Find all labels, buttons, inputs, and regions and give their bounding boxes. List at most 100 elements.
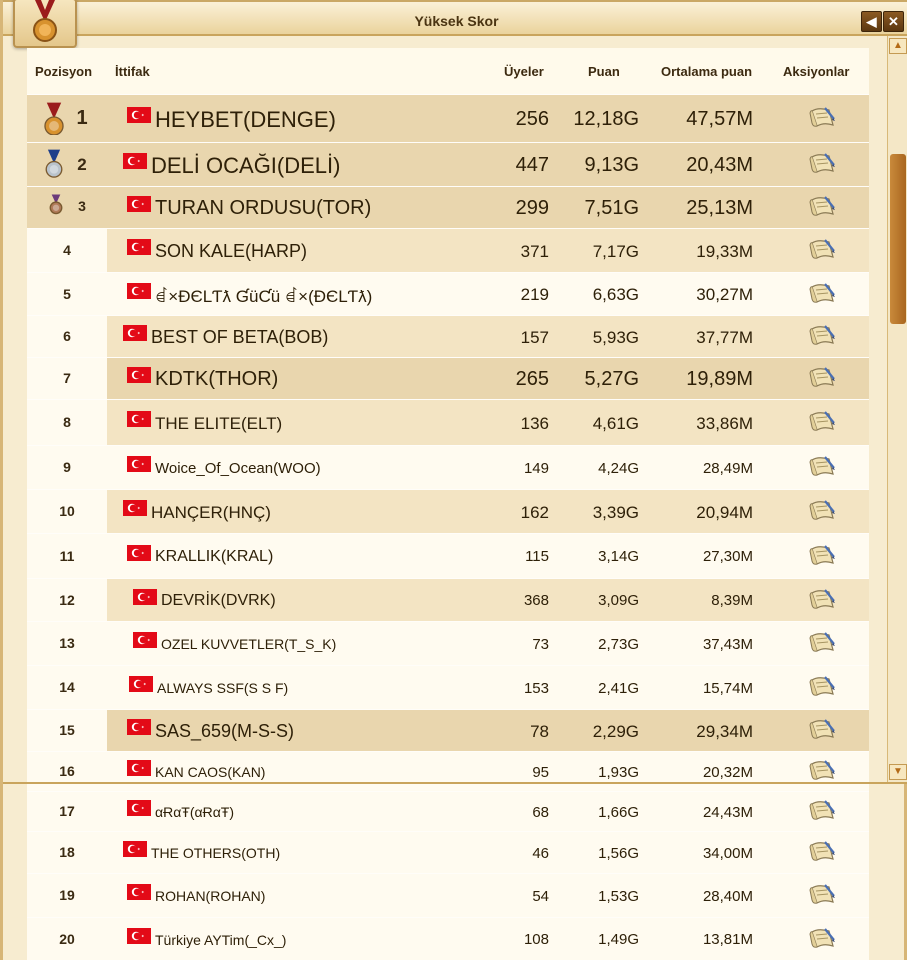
table-row[interactable]: 4 SON KALE(HARP) 371 7,17G 19,33M	[27, 228, 869, 272]
scroll-message-icon[interactable]	[807, 717, 837, 745]
turkey-flag-icon	[123, 325, 147, 341]
alliance-name-link[interactable]: THE ELITE(ELT)	[155, 414, 282, 434]
alliance-points: 7,17G	[592, 241, 639, 261]
alliance-points: 1,49G	[598, 931, 639, 949]
scroll-message-icon[interactable]	[807, 409, 837, 437]
alliance-name-link[interactable]: BEST OF BETA(BOB)	[151, 327, 328, 348]
col-alliance-header[interactable]: İttifak	[115, 64, 150, 79]
alliance-points: 5,27G	[584, 368, 639, 390]
scroll-thumb[interactable]	[890, 154, 906, 324]
table-row[interactable]: 2 DELİ OCAĞI(DELİ) 447 9,13G 20,43M	[27, 142, 869, 186]
alliance-average-points: 25,13M	[686, 197, 753, 219]
alliance-average-points: 28,40M	[702, 887, 753, 905]
table-row[interactable]: 10 HANÇER(HNÇ) 162 3,39G 20,94M	[27, 489, 869, 533]
alliance-name-link[interactable]: KAN CAOS(KAN)	[155, 764, 265, 780]
scroll-message-icon[interactable]	[807, 237, 837, 265]
table-row[interactable]: 19 ROHAN(ROHAN) 54 1,53G 28,40M	[27, 873, 869, 917]
table-row[interactable]: 9 Woice_Of_Ocean(WOO) 149 4,24G 28,49M	[27, 445, 869, 489]
alliance-name-link[interactable]: TURAN ORDUSU(TOR)	[155, 197, 371, 220]
scroll-message-icon[interactable]	[807, 926, 837, 954]
scroll-message-icon[interactable]	[807, 365, 837, 393]
alliance-name-link[interactable]: αɌαŦ(αɌαŦ)	[155, 804, 234, 820]
alliance-name-link[interactable]: ROHAN(ROHAN)	[155, 888, 265, 904]
table-row[interactable]: 5 ꀸ×ƉЄLƬƛ ƓüƇü ꀸ×(ƉЄLƬƛ) 219 6,63G 30,27M	[27, 272, 869, 315]
back-button[interactable]: ◀	[861, 11, 882, 32]
alliance-average-points: 30,27M	[696, 285, 753, 305]
table-row[interactable]: 7 KDTK(THOR) 265 5,27G 19,89M	[27, 357, 869, 399]
scroll-message-icon[interactable]	[807, 839, 837, 867]
scroll-message-icon[interactable]	[807, 798, 837, 826]
alliance-points: 2,29G	[592, 721, 639, 741]
table-header: Pozisyon İttifak Üyeler Puan Ortalama pu…	[27, 48, 869, 94]
scroll-message-icon[interactable]	[807, 543, 837, 571]
row-position: 8	[63, 414, 71, 430]
scroll-message-icon[interactable]	[807, 498, 837, 526]
alliance-name-link[interactable]: SON KALE(HARP)	[155, 241, 307, 262]
scroll-message-icon[interactable]	[807, 323, 837, 351]
table-row[interactable]: 14 ALWAYS SSF(S S F) 153 2,41G 15,74M	[27, 665, 869, 709]
scroll-message-icon[interactable]	[807, 882, 837, 910]
alliance-name-link[interactable]: DELİ OCAĞI(DELİ)	[151, 153, 340, 179]
alliance-average-points: 34,00M	[702, 844, 753, 862]
alliance-points: 3,14G	[598, 548, 639, 566]
alliance-members: 115	[525, 548, 549, 566]
turkey-flag-icon	[129, 676, 153, 692]
turkey-flag-icon	[127, 107, 151, 123]
alliance-name-link[interactable]: SAS_659(M-S-S)	[155, 721, 294, 742]
turkey-flag-icon	[127, 456, 151, 472]
turkey-flag-icon	[127, 239, 151, 255]
row-position: 3	[78, 198, 86, 214]
row-position: 14	[59, 679, 75, 695]
table-row[interactable]: 8 THE ELITE(ELT) 136 4,61G 33,86M	[27, 399, 869, 445]
table-row[interactable]: 13 OZEL KUVVETLER(T_S_K) 73 2,73G 37,43M	[27, 621, 869, 665]
alliance-name-link[interactable]: THE OTHERS(OTH)	[151, 845, 280, 861]
table-row[interactable]: 6 BEST OF BETA(BOB) 157 5,93G 37,77M	[27, 315, 869, 357]
col-members-header[interactable]: Üyeler	[504, 64, 544, 79]
table-row[interactable]: 18 THE OTHERS(OTH) 46 1,56G 34,00M	[27, 831, 869, 873]
scroll-up-button[interactable]: ▲	[889, 38, 907, 54]
scroll-message-icon[interactable]	[807, 194, 837, 222]
alliance-name-link[interactable]: Türkiye AYTim(_Cx_)	[155, 932, 286, 948]
row-position: 12	[59, 591, 75, 608]
alliance-name-link[interactable]: ALWAYS SSF(S S F)	[157, 680, 288, 696]
table-row[interactable]: 12 DEVRİK(DVRK) 368 3,09G 8,39M	[27, 578, 869, 621]
table-row[interactable]: 1 HEYBET(DENGE) 256 12,18G 47,57M	[27, 94, 869, 142]
scroll-message-icon[interactable]	[807, 674, 837, 702]
table-row[interactable]: 20 Türkiye AYTim(_Cx_) 108 1,49G 13,81M	[27, 917, 869, 960]
alliance-points: 1,56G	[598, 844, 639, 862]
alliance-name-link[interactable]: Woice_Of_Ocean(WOO)	[155, 460, 321, 477]
alliance-average-points: 27,30M	[702, 548, 753, 566]
alliance-points: 3,09G	[598, 592, 639, 610]
col-points-header[interactable]: Puan	[588, 64, 620, 79]
scroll-down-button[interactable]: ▼	[889, 764, 907, 780]
col-average-header[interactable]: Ortalama puan	[661, 64, 752, 79]
col-position-header[interactable]: Pozisyon	[35, 64, 92, 79]
table-row[interactable]: 15 SAS_659(M-S-S) 78 2,29G 29,34M	[27, 709, 869, 751]
turkey-flag-icon	[127, 800, 151, 816]
turkey-flag-icon	[123, 500, 147, 516]
alliance-name-link[interactable]: KDTK(THOR)	[155, 368, 278, 391]
close-button[interactable]: ✕	[883, 11, 904, 32]
vertical-scrollbar[interactable]: ▲ ▼	[887, 36, 907, 782]
scroll-message-icon[interactable]	[807, 587, 837, 615]
scroll-message-icon[interactable]	[807, 151, 837, 179]
scroll-message-icon[interactable]	[807, 630, 837, 658]
scroll-message-icon[interactable]	[807, 281, 837, 309]
alliance-name-link[interactable]: DEVRİK(DVRK)	[161, 592, 276, 610]
scroll-message-icon[interactable]	[807, 105, 837, 133]
alliance-name-link[interactable]: ꀸ×ƉЄLƬƛ ƓüƇü ꀸ×(ƉЄLƬƛ)	[155, 285, 372, 307]
scroll-message-icon[interactable]	[807, 454, 837, 482]
alliance-name-link[interactable]: HEYBET(DENGE)	[155, 107, 336, 133]
table-row[interactable]: 17 αɌαŦ(αɌαŦ) 68 1,66G 24,43M	[27, 791, 869, 831]
table-row[interactable]: 11 KRALLIK(KRAL) 115 3,14G 27,30M	[27, 533, 869, 578]
alliance-name-link[interactable]: OZEL KUVVETLER(T_S_K)	[161, 636, 336, 652]
row-position: 10	[59, 503, 75, 519]
table-row[interactable]: 16 KAN CAOS(KAN) 95 1,93G 20,32M	[27, 751, 869, 791]
alliance-average-points: 19,89M	[686, 368, 753, 390]
alliance-name-link[interactable]: HANÇER(HNÇ)	[151, 503, 271, 523]
alliance-average-points: 37,77M	[696, 327, 753, 347]
alliance-members: 371	[520, 241, 549, 261]
alliance-average-points: 19,33M	[696, 241, 753, 261]
table-row[interactable]: 3 TURAN ORDUSU(TOR) 299 7,51G 25,13M	[27, 186, 869, 228]
alliance-name-link[interactable]: KRALLIK(KRAL)	[155, 548, 273, 566]
